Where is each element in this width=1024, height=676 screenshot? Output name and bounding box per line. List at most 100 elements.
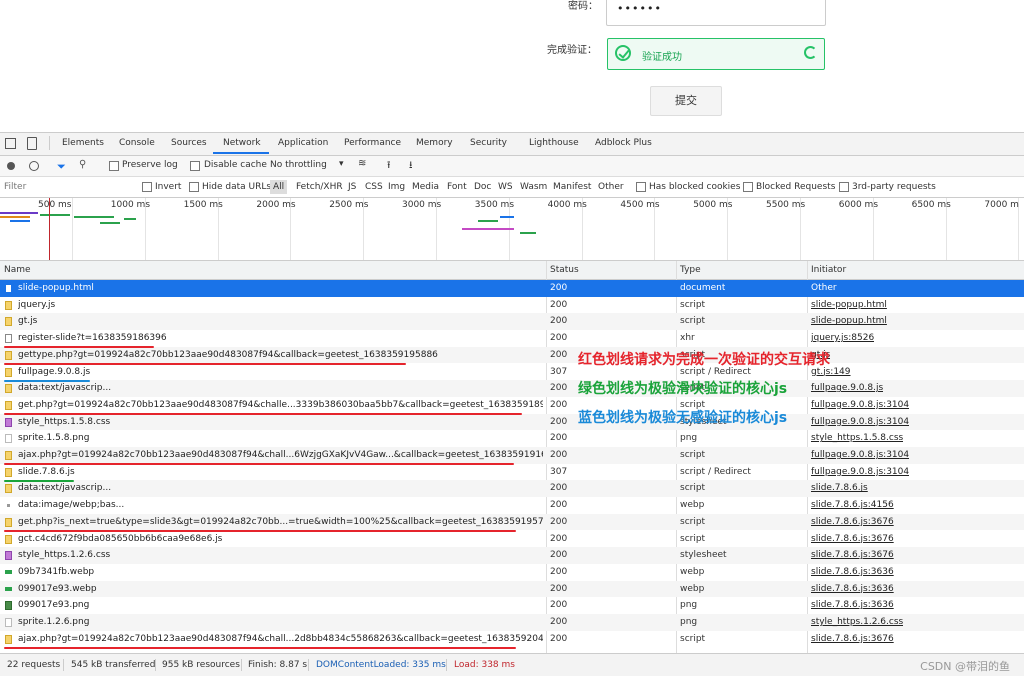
third-party-checkbox[interactable] xyxy=(839,182,849,192)
file-type-icon xyxy=(5,569,12,574)
filter-input[interactable]: Filter xyxy=(4,182,26,192)
request-type: script xyxy=(680,533,706,544)
inspect-element-icon[interactable] xyxy=(5,138,16,149)
file-type-icon xyxy=(5,284,12,293)
request-initiator[interactable]: slide.7.8.6.js:3636 xyxy=(811,600,894,610)
table-row[interactable]: style_https.1.5.8.css 200 stylesheet fullpa… xyxy=(0,413,1024,431)
tab-memory[interactable]: Memory xyxy=(416,138,453,148)
type-filter-all[interactable]: All xyxy=(270,180,288,194)
record-icon[interactable] xyxy=(7,162,15,170)
type-filter-manifest[interactable]: Manifest xyxy=(553,182,591,192)
tab-sources[interactable]: Sources xyxy=(171,138,207,148)
request-initiator[interactable]: slide.7.8.6.js:3636 xyxy=(811,567,894,577)
table-row[interactable]: data:image/webp;bas... 200 webp slide.7.8.6… xyxy=(0,497,1024,514)
table-row[interactable]: gct.c4cd672f9bda085650bb6b6caa9e68e6.js 2… xyxy=(0,531,1024,548)
request-initiator[interactable]: slide.7.8.6.js:4156 xyxy=(811,500,894,510)
table-row[interactable]: get.php?gt=019924a82c70bb123aae90d483087… xyxy=(0,397,1024,414)
column-status[interactable]: Status xyxy=(550,265,579,275)
request-initiator[interactable]: slide.7.8.6.js:3676 xyxy=(811,534,894,544)
table-row[interactable]: slide-popup.html 200 document Other xyxy=(0,280,1024,297)
table-row[interactable]: data:text/javascrip... 200 script slide.7.8… xyxy=(0,480,1024,498)
table-row[interactable]: ajax.php?gt=019924a82c70bb123aae90d48308… xyxy=(0,447,1024,464)
request-initiator[interactable]: fullpage.9.0.8.js:3104 xyxy=(811,450,909,460)
table-row[interactable]: gt.js 200 script slide-popup.html xyxy=(0,313,1024,331)
request-initiator[interactable]: slide.7.8.6.js xyxy=(811,483,868,493)
type-filter-wasm[interactable]: Wasm xyxy=(520,182,547,192)
preserve-log-checkbox[interactable] xyxy=(109,161,119,171)
request-initiator[interactable]: fullpage.9.0.8.js:3104 xyxy=(811,400,909,410)
blocked-requests-checkbox[interactable] xyxy=(743,182,753,192)
table-row[interactable]: 09b7341fb.webp 200 webp slide.7.8.6.js:3636 xyxy=(0,564,1024,581)
tab-elements[interactable]: Elements xyxy=(62,138,104,148)
import-har-icon[interactable]: ⭱ xyxy=(387,158,391,175)
network-timeline-overview[interactable]: 500 ms 1000 ms 1500 ms 2000 ms 2500 ms 3000 m… xyxy=(0,198,1024,261)
disable-cache-checkbox[interactable] xyxy=(190,161,200,171)
request-initiator[interactable]: fullpage.9.0.8.js xyxy=(811,383,883,393)
type-filter-js[interactable]: JS xyxy=(348,182,356,192)
table-row[interactable]: fullpage.9.0.8.js 307 script / Redirect gt.… xyxy=(0,364,1024,381)
invert-checkbox[interactable] xyxy=(142,182,152,192)
table-row[interactable]: slide.7.8.6.js 307 script / Redirect fullpa… xyxy=(0,464,1024,481)
captcha-verify-box[interactable]: 验证成功 xyxy=(607,38,825,70)
tab-security[interactable]: Security xyxy=(470,138,507,148)
request-initiator[interactable]: style_https.1.5.8.css xyxy=(811,433,903,443)
type-filter-css[interactable]: CSS xyxy=(365,182,383,192)
throttling-select[interactable]: No throttling xyxy=(270,160,327,170)
request-initiator[interactable]: slide.7.8.6.js:3676 xyxy=(811,634,894,644)
table-row[interactable]: style_https.1.2.6.css 200 stylesheet slide.… xyxy=(0,547,1024,564)
tab-console[interactable]: Console xyxy=(119,138,155,148)
request-initiator[interactable]: fullpage.9.0.8.js:3104 xyxy=(811,467,909,477)
table-row[interactable]: get.php?is_next=true&type=slide3&gt=0199… xyxy=(0,513,1024,531)
table-row[interactable]: jquery.js 200 script slide-popup.html xyxy=(0,297,1024,314)
request-initiator[interactable]: slide.7.8.6.js:3676 xyxy=(811,550,894,560)
request-name: get.php?gt=019924a82c70bb123aae90d483087… xyxy=(18,399,543,410)
type-filter-other[interactable]: Other xyxy=(598,182,624,192)
table-row[interactable]: 099017e93.webp 200 webp slide.7.8.6.js:3636 xyxy=(0,580,1024,598)
type-filter-font[interactable]: Font xyxy=(447,182,467,192)
request-initiator[interactable]: slide-popup.html xyxy=(811,316,887,326)
clear-icon[interactable] xyxy=(29,161,39,171)
table-row[interactable]: data:text/javascrip... 200 script fullpage.… xyxy=(0,380,1024,397)
request-initiator[interactable]: slide.7.8.6.js:3676 xyxy=(811,517,894,527)
type-filter-fetch-xhr[interactable]: Fetch/XHR xyxy=(296,182,343,192)
column-initiator[interactable]: Initiator xyxy=(811,265,846,275)
tab-performance[interactable]: Performance xyxy=(344,138,401,148)
submit-button[interactable]: 提交 xyxy=(650,86,722,116)
request-initiator[interactable]: slide.7.8.6.js:3636 xyxy=(811,584,894,594)
request-initiator[interactable]: fullpage.9.0.8.js:3104 xyxy=(811,417,909,427)
table-row[interactable]: ajax.php?gt=019924a82c70bb123aae90d48308… xyxy=(0,631,1024,648)
tab-network[interactable]: Network xyxy=(223,138,261,148)
search-icon[interactable]: ⚲ xyxy=(79,159,86,170)
filter-icon[interactable]: ⏷ xyxy=(57,160,66,174)
column-name[interactable]: Name xyxy=(4,265,31,275)
request-initiator[interactable]: style_https.1.2.6.css xyxy=(811,617,903,627)
table-row[interactable]: sprite.1.5.8.png 200 png style_https.1.5.8.… xyxy=(0,430,1024,447)
table-row[interactable]: gettype.php?gt=019924a82c70bb123aae90d48… xyxy=(0,346,1024,364)
type-filter-ws[interactable]: WS xyxy=(498,182,513,192)
type-filter-doc[interactable]: Doc xyxy=(474,182,491,192)
request-name: data:text/javascrip... xyxy=(18,383,112,394)
tab-application[interactable]: Application xyxy=(278,138,328,148)
type-filter-img[interactable]: Img xyxy=(388,182,405,192)
request-type: script xyxy=(680,516,706,527)
hide-data-urls-checkbox[interactable] xyxy=(189,182,199,192)
refresh-icon[interactable] xyxy=(804,46,817,59)
network-conditions-icon[interactable]: ≋ xyxy=(358,158,366,169)
column-type[interactable]: Type xyxy=(680,265,701,275)
device-toolbar-icon[interactable] xyxy=(27,137,37,150)
timeline-bar xyxy=(74,216,114,218)
export-har-icon[interactable]: ⭳ xyxy=(409,158,413,175)
request-initiator[interactable]: jquery.js:8526 xyxy=(811,333,874,343)
table-row[interactable]: sprite.1.2.6.png 200 png style_https.1.2.6.… xyxy=(0,614,1024,631)
request-initiator[interactable]: slide-popup.html xyxy=(811,300,887,310)
tab-adblock-plus[interactable]: Adblock Plus xyxy=(595,138,652,148)
table-row[interactable]: 099017e93.png 200 png slide.7.8.6.js:3636 xyxy=(0,597,1024,614)
tab-lighthouse[interactable]: Lighthouse xyxy=(529,138,579,148)
table-row[interactable]: register-slide?t=1638359186396 200 xhr jque… xyxy=(0,330,1024,347)
password-field[interactable]: •••••• xyxy=(606,0,826,26)
chevron-down-icon[interactable]: ▾ xyxy=(339,159,344,169)
status-divider xyxy=(308,659,309,671)
has-blocked-cookies-checkbox[interactable] xyxy=(636,182,646,192)
request-name: gct.c4cd672f9bda085650bb6b6caa9e68e6.js xyxy=(18,533,223,544)
type-filter-media[interactable]: Media xyxy=(412,182,439,192)
